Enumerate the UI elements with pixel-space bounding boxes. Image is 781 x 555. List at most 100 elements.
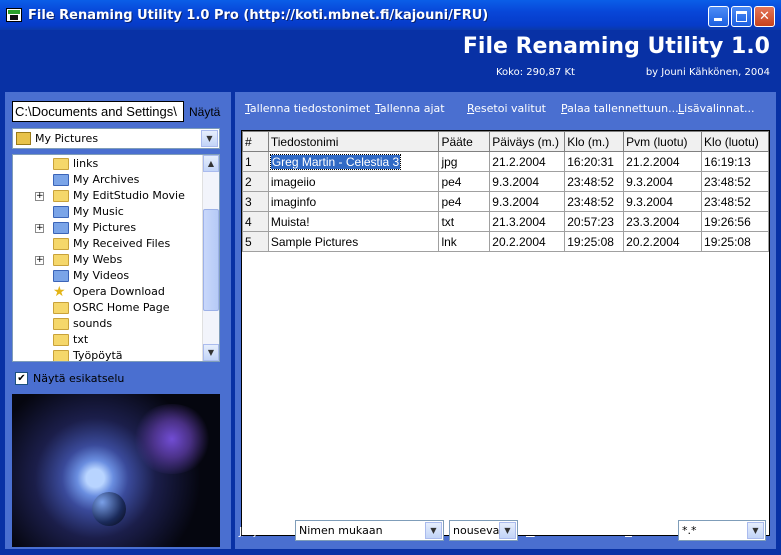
tree-item[interactable]: + My Webs bbox=[13, 252, 203, 268]
more-options-button[interactable]: Lisävalinnat... bbox=[678, 102, 755, 115]
folder-icon bbox=[16, 132, 31, 145]
expand-icon[interactable]: + bbox=[35, 224, 44, 233]
table-cell[interactable]: 16:20:31 bbox=[564, 151, 625, 172]
tree-item[interactable]: My Archives bbox=[13, 172, 203, 188]
scroll-down-icon[interactable]: ▼ bbox=[203, 344, 219, 361]
column-header[interactable]: Tiedostonimi bbox=[267, 131, 440, 152]
tree-item-label: My EditStudio Movie bbox=[73, 189, 185, 202]
folder-tree[interactable]: links My Archives + My EditStudio Movie My M… bbox=[12, 154, 220, 362]
table-cell[interactable]: 16:19:13 bbox=[701, 151, 769, 172]
folder-icon bbox=[53, 158, 69, 170]
table-cell[interactable]: jpg bbox=[438, 151, 491, 172]
sort-select[interactable]: Nimen mukaan ▼ bbox=[295, 520, 444, 541]
file-grid[interactable]: # Tiedostonimi Pääte Päiväys (m.) Klo (m.) Pv… bbox=[241, 130, 770, 536]
table-row[interactable]: 4 Muista! txt 21.3.2004 20:57:23 23.3.2004 19:… bbox=[242, 211, 769, 232]
table-cell[interactable]: 9.3.2004 bbox=[489, 171, 566, 192]
expand-icon[interactable]: + bbox=[35, 256, 44, 265]
table-cell[interactable]: imaginfo bbox=[267, 191, 440, 212]
column-header[interactable]: # bbox=[242, 131, 269, 152]
table-cell[interactable]: Greg Martin - Celestia 3 bbox=[267, 151, 440, 172]
table-cell[interactable]: 23.3.2004 bbox=[623, 211, 703, 232]
folder-icon bbox=[53, 270, 69, 282]
table-cell[interactable]: 20.2.2004 bbox=[489, 231, 566, 252]
tree-item-label: sounds bbox=[73, 317, 113, 330]
table-cell[interactable]: lnk bbox=[438, 231, 491, 252]
show-button[interactable]: Näytä bbox=[189, 105, 220, 119]
tree-item[interactable]: My Music bbox=[13, 204, 203, 220]
tree-item[interactable]: links bbox=[13, 156, 203, 172]
tree-item[interactable]: + My Pictures bbox=[13, 220, 203, 236]
expand-icon[interactable]: + bbox=[35, 192, 44, 201]
save-times-button[interactable]: Tallenna ajat bbox=[375, 102, 445, 115]
table-cell[interactable]: 9.3.2004 bbox=[489, 191, 566, 212]
reset-selected-button[interactable]: Resetoi valitut bbox=[467, 102, 546, 115]
preview-checkbox[interactable]: ✔ bbox=[15, 372, 28, 385]
tree-item[interactable]: Työpöytä bbox=[13, 348, 203, 361]
tree-item[interactable]: OSRC Home Page bbox=[13, 300, 203, 316]
scroll-thumb[interactable] bbox=[203, 209, 219, 311]
save-names-button[interactable]: Tallenna tiedostonimet bbox=[245, 102, 370, 115]
tree-item[interactable]: txt bbox=[13, 332, 203, 348]
image-preview bbox=[12, 394, 220, 547]
tree-item[interactable]: My Videos bbox=[13, 268, 203, 284]
table-row[interactable]: 3 imaginfo pe4 9.3.2004 23:48:52 9.3.2004 23:4… bbox=[242, 191, 769, 212]
tree-item[interactable]: + My EditStudio Movie bbox=[13, 188, 203, 204]
table-cell[interactable]: 23:48:52 bbox=[564, 191, 625, 212]
table-cell[interactable]: Sample Pictures bbox=[267, 231, 440, 252]
table-cell[interactable]: 19:25:08 bbox=[701, 231, 769, 252]
table-cell[interactable]: 23:48:52 bbox=[564, 171, 625, 192]
table-cell[interactable]: 21.3.2004 bbox=[489, 211, 566, 232]
chevron-down-icon[interactable]: ▼ bbox=[201, 130, 218, 147]
table-cell[interactable]: 9.3.2004 bbox=[623, 171, 703, 192]
table-cell[interactable]: 20:57:23 bbox=[564, 211, 625, 232]
close-button[interactable]: ✕ bbox=[754, 6, 775, 27]
properties-button[interactable]: Ominaisuudet... bbox=[526, 525, 613, 538]
row-number: 2 bbox=[242, 171, 269, 192]
table-cell[interactable]: 19:26:56 bbox=[701, 211, 769, 232]
table-row[interactable]: 2 imageiio pe4 9.3.2004 23:48:52 9.3.2004 23:4… bbox=[242, 171, 769, 192]
tree-item[interactable]: My Received Files bbox=[13, 236, 203, 252]
order-select[interactable]: nouseva ▼ bbox=[449, 520, 518, 541]
filter-select[interactable]: *.* ▼ bbox=[678, 520, 766, 541]
chevron-down-icon[interactable]: ▼ bbox=[425, 522, 442, 539]
table-cell[interactable]: 9.3.2004 bbox=[623, 191, 703, 212]
table-cell[interactable]: pe4 bbox=[438, 191, 491, 212]
column-header[interactable]: Pvm (luotu) bbox=[623, 131, 703, 152]
restore-saved-button[interactable]: Palaa tallennettuun... bbox=[561, 102, 679, 115]
path-input[interactable]: C:\Documents and Settings\ bbox=[12, 101, 184, 122]
table-cell[interactable]: Muista! bbox=[267, 211, 440, 232]
scroll-up-icon[interactable]: ▲ bbox=[203, 155, 219, 172]
table-cell[interactable]: 23:48:52 bbox=[701, 171, 769, 192]
author-label: by Jouni Kähkönen, 2004 bbox=[645, 67, 770, 78]
table-cell[interactable]: 23:48:52 bbox=[701, 191, 769, 212]
selected-cell-text[interactable]: Greg Martin - Celestia 3 bbox=[269, 153, 402, 170]
tree-item[interactable]: sounds bbox=[13, 316, 203, 332]
preview-planet bbox=[92, 492, 126, 526]
app-title: File Renaming Utility 1.0 bbox=[462, 34, 770, 59]
table-cell[interactable]: pe4 bbox=[438, 171, 491, 192]
app-icon[interactable] bbox=[6, 8, 22, 22]
tree-scrollbar[interactable]: ▲ ▼ bbox=[202, 155, 219, 361]
table-row[interactable]: 5 Sample Pictures lnk 20.2.2004 19:25:08 20.2… bbox=[242, 231, 769, 252]
drive-select[interactable]: My Pictures ▼ bbox=[12, 128, 220, 149]
chevron-down-icon[interactable]: ▼ bbox=[499, 522, 516, 539]
folder-icon bbox=[53, 302, 69, 314]
column-header[interactable]: Pääte bbox=[438, 131, 491, 152]
column-header[interactable]: Klo (luotu) bbox=[701, 131, 769, 152]
maximize-button[interactable] bbox=[731, 6, 752, 27]
table-cell[interactable]: 20.2.2004 bbox=[623, 231, 703, 252]
title-bar: File Renaming Utility 1.0 Pro (http://ko… bbox=[0, 0, 781, 30]
tree-item-label: txt bbox=[73, 333, 89, 346]
chevron-down-icon[interactable]: ▼ bbox=[747, 522, 764, 539]
table-cell[interactable]: imageiio bbox=[267, 171, 440, 192]
column-header[interactable]: Klo (m.) bbox=[564, 131, 625, 152]
table-cell[interactable]: txt bbox=[438, 211, 491, 232]
table-cell[interactable]: 19:25:08 bbox=[564, 231, 625, 252]
table-row[interactable]: 1 Greg Martin - Celestia 3 jpg 21.2.2004 16:… bbox=[242, 151, 769, 172]
column-header[interactable]: Päiväys (m.) bbox=[489, 131, 566, 152]
minimize-button[interactable] bbox=[708, 6, 729, 27]
tree-item[interactable]: ★ Opera Download bbox=[13, 284, 203, 300]
table-cell[interactable]: 21.2.2004 bbox=[623, 151, 703, 172]
table-cell[interactable]: 21.2.2004 bbox=[489, 151, 566, 172]
row-number: 4 bbox=[242, 211, 269, 232]
